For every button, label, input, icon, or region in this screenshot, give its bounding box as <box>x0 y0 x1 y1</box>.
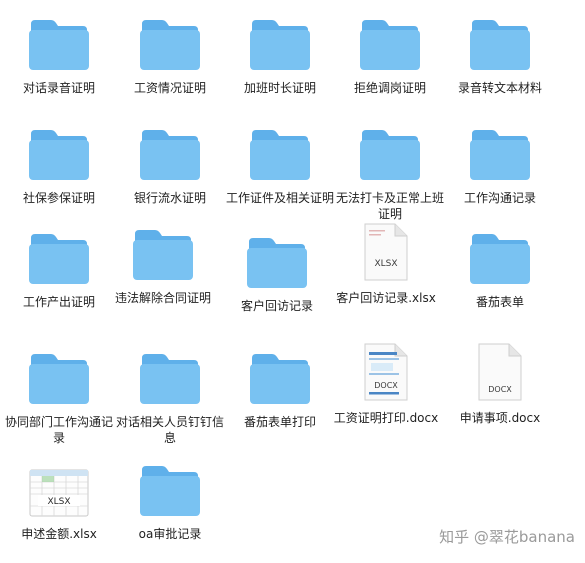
folder-icon <box>128 220 198 282</box>
folder-icon <box>24 10 94 72</box>
file-label: 加班时长证明 <box>243 81 316 95</box>
watermark: 知乎 @翠花banana <box>439 526 575 547</box>
file-label: 对话录音证明 <box>22 81 95 95</box>
docx-badge: DOCX <box>488 385 512 394</box>
folder-icon <box>245 10 315 72</box>
docx-badge: DOCX <box>374 381 398 390</box>
file-item[interactable]: 社保参保证明 <box>3 120 115 206</box>
file-label: 申述金额.xlsx <box>21 527 97 541</box>
file-label: 违法解除合同证明 <box>114 291 211 305</box>
folder-icon <box>465 224 535 286</box>
folder-icon <box>355 10 425 72</box>
file-label: 番茄表单打印 <box>243 415 316 429</box>
file-label: 协同部门工作沟通记录 <box>4 415 113 445</box>
file-item[interactable]: 工作产出证明 <box>3 224 115 310</box>
file-label: 工作证件及相关证明 <box>225 191 334 205</box>
file-label: 录音转文本材料 <box>457 81 542 95</box>
file-label: 银行流水证明 <box>133 191 206 205</box>
file-item[interactable]: 银行流水证明 <box>114 120 226 206</box>
folder-icon <box>245 120 315 182</box>
file-item[interactable]: DOCX 工资证明打印.docx <box>330 340 442 426</box>
xlsx-badge: XLSX <box>47 497 70 507</box>
file-label: 无法打卡及正常上班证明 <box>335 191 444 221</box>
folder-icon <box>24 344 94 406</box>
folder-icon <box>24 120 94 182</box>
file-item[interactable]: 番茄表单 <box>444 224 556 310</box>
folder-icon <box>245 344 315 406</box>
docx-document-icon: DOCX <box>351 340 421 402</box>
file-item[interactable]: 工作证件及相关证明 <box>224 120 336 206</box>
folder-icon <box>135 120 205 182</box>
file-item[interactable]: 客户回访记录 <box>221 228 333 314</box>
file-label: 工作沟通记录 <box>463 191 536 205</box>
file-label: 客户回访记录 <box>240 299 313 313</box>
folder-icon <box>135 10 205 72</box>
xlsx-badge: XLSX <box>374 259 397 269</box>
file-item[interactable]: 录音转文本材料 <box>444 10 556 96</box>
file-item[interactable]: 工作沟通记录 <box>444 120 556 206</box>
file-item[interactable]: 番茄表单打印 <box>224 344 336 430</box>
docx-document-icon: DOCX <box>465 340 535 402</box>
file-label: 工资证明打印.docx <box>333 411 439 425</box>
watermark-text: 知乎 @翠花banana <box>439 528 575 546</box>
file-item[interactable]: 无法打卡及正常上班证明 <box>334 120 446 222</box>
file-item[interactable]: oa审批记录 <box>114 456 226 542</box>
file-item[interactable]: XLSX 客户回访记录.xlsx <box>330 220 442 306</box>
file-label: 拒绝调岗证明 <box>353 81 426 95</box>
file-item[interactable]: 拒绝调岗证明 <box>334 10 446 96</box>
xlsx-document-icon: XLSX <box>351 220 421 282</box>
folder-icon <box>465 10 535 72</box>
xlsx-spreadsheet-icon: XLSX <box>24 456 94 518</box>
file-item[interactable]: DOCX 申请事项.docx <box>444 340 556 426</box>
folder-icon <box>242 228 312 290</box>
file-item[interactable]: 工资情况证明 <box>114 10 226 96</box>
file-label: 客户回访记录.xlsx <box>336 291 436 305</box>
file-item[interactable]: 对话录音证明 <box>3 10 115 96</box>
file-label: 工资情况证明 <box>133 81 206 95</box>
file-label: 社保参保证明 <box>22 191 95 205</box>
folder-icon <box>465 120 535 182</box>
file-label: 对话相关人员钉钉信息 <box>115 415 224 445</box>
file-item[interactable]: 加班时长证明 <box>224 10 336 96</box>
file-item[interactable]: 对话相关人员钉钉信息 <box>114 344 226 446</box>
file-label: 申请事项.docx <box>459 411 541 425</box>
folder-icon <box>135 344 205 406</box>
file-label: oa审批记录 <box>138 527 202 541</box>
file-label: 番茄表单 <box>475 295 524 309</box>
file-item[interactable]: XLSX 申述金额.xlsx <box>3 456 115 542</box>
folder-icon <box>135 456 205 518</box>
file-item[interactable]: 违法解除合同证明 <box>107 220 219 306</box>
file-label: 工作产出证明 <box>22 295 95 309</box>
folder-icon <box>24 224 94 286</box>
file-item[interactable]: 协同部门工作沟通记录 <box>3 344 115 446</box>
finder-icon-grid: 对话录音证明 工资情况证明 加班时长证明 拒绝调岗证明 录音转文本材料 社保参保… <box>0 0 585 563</box>
folder-icon <box>355 120 425 182</box>
